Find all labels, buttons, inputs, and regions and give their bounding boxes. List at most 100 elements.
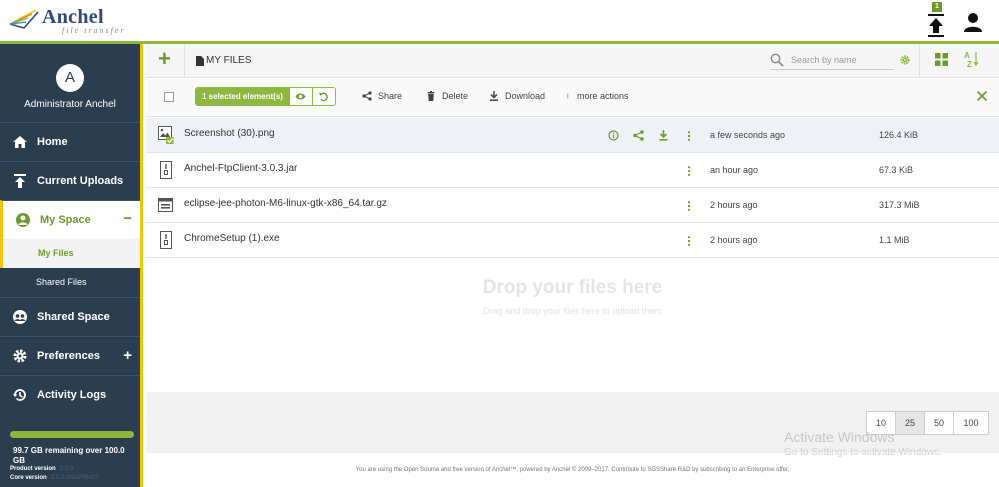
page-size-100[interactable]: 100 — [954, 412, 988, 434]
download-label: Download — [505, 91, 546, 101]
sidebar-item-label: Activity Logs — [37, 389, 107, 401]
search-input[interactable] — [791, 52, 891, 68]
profile-name: Administrator Anchel — [24, 99, 116, 110]
file-name[interactable]: ChromeSetup (1).exe — [184, 233, 280, 244]
product-version-label: Product version — [10, 466, 56, 472]
page-size-25[interactable]: 25 — [896, 412, 925, 434]
preview-selection-button[interactable] — [288, 88, 312, 105]
avatar[interactable]: A — [56, 64, 84, 92]
sidebar-item-label: Shared Space — [37, 311, 110, 323]
trash-icon — [427, 91, 435, 101]
upload-icon — [14, 174, 26, 188]
table-row[interactable]: Screenshot (30).png a few seconds ago 12… — [146, 118, 999, 153]
core-version-label: Core version — [10, 475, 47, 481]
sidebar-item-home[interactable]: Home — [0, 122, 140, 161]
file-list: Screenshot (30).png a few seconds ago 12… — [146, 118, 999, 258]
search-box[interactable] — [770, 52, 894, 70]
svg-text:A: A — [964, 51, 970, 60]
product-version-value: 2.0.0 — [59, 466, 74, 472]
divider — [184, 44, 185, 78]
drop-zone-subtitle: Drag and drop your files here to upload … — [483, 306, 662, 316]
user-circle-icon — [16, 213, 30, 227]
file-name[interactable]: Anchel-FtpClient-3.0.3.jar — [184, 163, 297, 174]
file-name[interactable]: eclipse-jee-photon-M6-linux-gtk-x86_64.t… — [184, 198, 387, 209]
app-header: Anchel file transfer 1 — [0, 0, 999, 44]
sidebar-item-current-uploads[interactable]: Current Uploads — [0, 161, 140, 200]
delete-button[interactable]: Delete — [426, 91, 468, 101]
sidebar-item-preferences[interactable]: Preferences + — [0, 336, 140, 375]
app-logo[interactable]: Anchel file transfer — [8, 7, 126, 35]
row-menu-icon[interactable] — [687, 236, 691, 246]
download-icon[interactable] — [658, 130, 669, 141]
eye-icon — [295, 93, 306, 100]
user-account-icon[interactable] — [962, 11, 984, 33]
home-icon — [13, 136, 27, 148]
uploads-tray-button[interactable]: 1 — [925, 2, 947, 38]
gear-icon — [13, 349, 27, 363]
sidebar: A Administrator Anchel Home Current Uplo… — [0, 44, 143, 487]
more-actions-label: more actions — [577, 91, 629, 101]
drop-zone[interactable]: Drop your files here Drag and drop your … — [146, 258, 999, 392]
grid-view-icon[interactable] — [935, 53, 948, 66]
row-menu-icon[interactable] — [687, 166, 691, 176]
sort-alpha-icon[interactable]: A Z — [963, 50, 979, 68]
share-button[interactable]: Share — [362, 91, 402, 101]
page-size-50[interactable]: 50 — [925, 412, 954, 434]
download-icon — [490, 91, 498, 101]
sidebar-item-label: Preferences — [37, 350, 100, 362]
file-date: a few seconds ago — [710, 130, 786, 140]
file-date: an hour ago — [710, 165, 759, 175]
share-icon[interactable] — [633, 130, 644, 141]
sidebar-subitem-my-files[interactable]: My Files — [0, 239, 140, 268]
quota-progress-bar — [10, 431, 134, 438]
file-date: 2 hours ago — [710, 200, 758, 210]
select-all-checkbox[interactable] — [164, 92, 174, 102]
files-toolbar: + MY FILES A Z — [146, 44, 999, 78]
search-settings-icon[interactable] — [900, 55, 910, 65]
row-menu-icon[interactable] — [687, 131, 691, 141]
undo-icon — [319, 92, 329, 102]
breadcrumb[interactable]: MY FILES — [196, 55, 251, 66]
file-icon — [196, 55, 204, 66]
quota-text: 99.7 GB remaining over 100.0 GB — [13, 446, 125, 465]
svg-text:Z: Z — [967, 60, 972, 68]
table-row[interactable]: Anchel-FtpClient-3.0.3.jar an hour ago 6… — [146, 153, 999, 188]
selected-count-button[interactable]: 1 selected element(s) — [196, 88, 289, 105]
delete-label: Delete — [442, 91, 469, 101]
archive-box-icon — [158, 198, 173, 212]
footer-text: You are using the Open Source and free v… — [146, 452, 999, 487]
divider — [919, 44, 920, 78]
expand-icon[interactable]: + — [123, 348, 132, 364]
search-icon — [770, 53, 784, 67]
close-icon[interactable] — [976, 90, 988, 102]
sidebar-item-shared-space[interactable]: Shared Space — [0, 297, 140, 336]
add-button[interactable]: + — [158, 47, 171, 71]
file-name[interactable]: Screenshot (30).png — [184, 128, 275, 139]
history-icon — [13, 389, 26, 401]
more-actions-button[interactable]: more actions — [567, 91, 629, 101]
reset-selection-button[interactable] — [311, 88, 335, 105]
sidebar-item-label: Current Uploads — [37, 175, 124, 187]
archive-file-icon — [160, 161, 172, 179]
table-row[interactable]: ChromeSetup (1).exe 2 hours ago 1.1 MiB — [146, 223, 999, 258]
selection-action-bar: 1 selected element(s) Share Delete Downl… — [146, 79, 999, 117]
file-size: 126.4 KiB — [879, 130, 919, 140]
core-version-value: 2.0.0-SNAPSHOT — [50, 475, 100, 481]
file-size: 1.1 MiB — [879, 235, 910, 245]
user-profile: A Administrator Anchel — [0, 44, 140, 122]
sidebar-item-activity-logs[interactable]: Activity Logs — [0, 375, 140, 414]
sidebar-subitem-shared-files[interactable]: Shared Files — [0, 268, 140, 297]
sidebar-item-my-space[interactable]: My Space − — [0, 200, 140, 239]
collapse-icon[interactable]: − — [123, 211, 132, 227]
sidebar-item-label: My Space — [40, 214, 91, 226]
drop-zone-title: Drop your files here — [482, 277, 663, 298]
kebab-icon — [567, 94, 569, 98]
info-icon[interactable] — [608, 130, 619, 141]
table-row[interactable]: eclipse-jee-photon-M6-linux-gtk-x86_64.t… — [146, 188, 999, 223]
main-content: + MY FILES A Z 1 selected element(s) — [146, 44, 999, 487]
row-menu-icon[interactable] — [687, 201, 691, 211]
image-file-icon — [158, 126, 174, 144]
download-button[interactable]: Download — [489, 91, 545, 101]
archive-file-icon — [160, 231, 172, 249]
file-date: 2 hours ago — [710, 235, 758, 245]
